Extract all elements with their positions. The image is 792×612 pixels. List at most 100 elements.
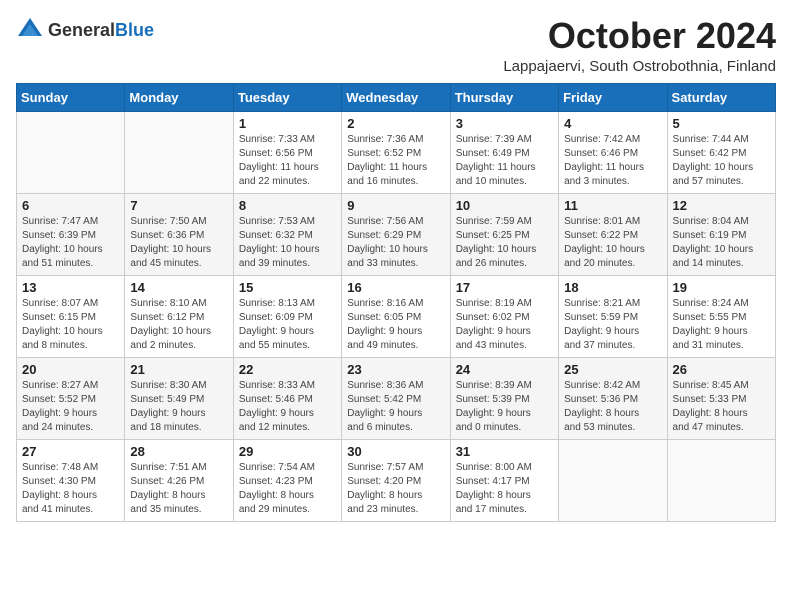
day-number: 15 <box>239 280 336 295</box>
day-info: Sunrise: 8:10 AMSunset: 6:12 PMDaylight:… <box>130 297 227 353</box>
day-number: 1 <box>239 116 336 131</box>
calendar-week-row: 20Sunrise: 8:27 AMSunset: 5:52 PMDayligh… <box>17 357 776 439</box>
calendar-cell: 11Sunrise: 8:01 AMSunset: 6:22 PMDayligh… <box>559 193 667 275</box>
day-number: 24 <box>456 362 553 377</box>
day-info: Sunrise: 7:56 AMSunset: 6:29 PMDaylight:… <box>347 215 444 271</box>
calendar-cell: 17 Sunrise: 8:19 AMSunset: 6:02 PMDayligh… <box>450 275 558 357</box>
calendar-cell: 24 Sunrise: 8:39 AMSunset: 5:39 PMDayligh… <box>450 357 558 439</box>
day-info: Sunrise: 7:51 AMSunset: 4:26 PMDaylight:… <box>130 461 227 517</box>
day-number: 18 <box>564 280 661 295</box>
calendar-cell: 27Sunrise: 7:48 AMSunset: 4:30 PMDayligh… <box>17 439 125 521</box>
day-info: Sunrise: 7:57 AMSunset: 4:20 PMDaylight:… <box>347 461 444 517</box>
day-number: 13 <box>22 280 119 295</box>
day-info: Sunrise: 7:54 AMSunset: 4:23 PMDaylight:… <box>239 461 336 517</box>
day-info: Sunrise: 8:21 AMSunset: 5:59 PMDaylight:… <box>564 297 661 353</box>
calendar-cell: 29 Sunrise: 7:54 AMSunset: 4:23 PMDayligh… <box>233 439 341 521</box>
subtitle: Lappajaervi, South Ostrobothnia, Finland <box>503 58 776 75</box>
weekday-header: Wednesday <box>342 83 450 111</box>
calendar-header-row: SundayMondayTuesdayWednesdayThursdayFrid… <box>17 83 776 111</box>
calendar: SundayMondayTuesdayWednesdayThursdayFrid… <box>16 83 776 522</box>
calendar-cell: 14 Sunrise: 8:10 AMSunset: 6:12 PMDayligh… <box>125 275 233 357</box>
weekday-header: Tuesday <box>233 83 341 111</box>
day-number: 8 <box>239 198 336 213</box>
calendar-cell: 28 Sunrise: 7:51 AMSunset: 4:26 PMDayligh… <box>125 439 233 521</box>
calendar-cell: 22 Sunrise: 8:33 AMSunset: 5:46 PMDayligh… <box>233 357 341 439</box>
day-number: 31 <box>456 444 553 459</box>
day-number: 27 <box>22 444 119 459</box>
weekday-header: Saturday <box>667 83 775 111</box>
header: GeneralBlue October 2024 Lappajaervi, So… <box>16 16 776 75</box>
calendar-cell: 21Sunrise: 8:30 AMSunset: 5:49 PMDayligh… <box>125 357 233 439</box>
calendar-cell <box>17 111 125 193</box>
day-info: Sunrise: 8:00 AMSunset: 4:17 PMDaylight:… <box>456 461 553 517</box>
day-number: 3 <box>456 116 553 131</box>
day-info: Sunrise: 8:36 AMSunset: 5:42 PMDaylight:… <box>347 379 444 435</box>
day-info: Sunrise: 8:42 AMSunset: 5:36 PMDaylight:… <box>564 379 661 435</box>
calendar-cell: 16Sunrise: 8:16 AMSunset: 6:05 PMDayligh… <box>342 275 450 357</box>
day-number: 28 <box>130 444 227 459</box>
day-info: Sunrise: 8:24 AMSunset: 5:55 PMDaylight:… <box>673 297 770 353</box>
weekday-header: Monday <box>125 83 233 111</box>
day-number: 25 <box>564 362 661 377</box>
day-number: 14 <box>130 280 227 295</box>
day-info: Sunrise: 7:33 AMSunset: 6:56 PMDaylight:… <box>239 133 336 189</box>
main-title: October 2024 <box>503 16 776 56</box>
day-number: 26 <box>673 362 770 377</box>
day-info: Sunrise: 7:42 AMSunset: 6:46 PMDaylight:… <box>564 133 661 189</box>
day-number: 4 <box>564 116 661 131</box>
day-number: 23 <box>347 362 444 377</box>
calendar-cell: 2 Sunrise: 7:36 AMSunset: 6:52 PMDaylight… <box>342 111 450 193</box>
day-info: Sunrise: 7:53 AMSunset: 6:32 PMDaylight:… <box>239 215 336 271</box>
day-info: Sunrise: 8:39 AMSunset: 5:39 PMDaylight:… <box>456 379 553 435</box>
day-info: Sunrise: 7:36 AMSunset: 6:52 PMDaylight:… <box>347 133 444 189</box>
day-info: Sunrise: 8:19 AMSunset: 6:02 PMDaylight:… <box>456 297 553 353</box>
weekday-header: Sunday <box>17 83 125 111</box>
calendar-cell: 26 Sunrise: 8:45 AMSunset: 5:33 PMDayligh… <box>667 357 775 439</box>
day-number: 21 <box>130 362 227 377</box>
calendar-cell: 31 Sunrise: 8:00 AMSunset: 4:17 PMDayligh… <box>450 439 558 521</box>
day-info: Sunrise: 8:04 AMSunset: 6:19 PMDaylight:… <box>673 215 770 271</box>
day-info: Sunrise: 8:01 AMSunset: 6:22 PMDaylight:… <box>564 215 661 271</box>
day-info: Sunrise: 8:27 AMSunset: 5:52 PMDaylight:… <box>22 379 119 435</box>
calendar-week-row: 6Sunrise: 7:47 AMSunset: 6:39 PMDaylight… <box>17 193 776 275</box>
day-number: 5 <box>673 116 770 131</box>
calendar-cell: 5 Sunrise: 7:44 AMSunset: 6:42 PMDaylight… <box>667 111 775 193</box>
day-info: Sunrise: 7:44 AMSunset: 6:42 PMDaylight:… <box>673 133 770 189</box>
day-number: 6 <box>22 198 119 213</box>
calendar-week-row: 13Sunrise: 8:07 AMSunset: 6:15 PMDayligh… <box>17 275 776 357</box>
day-number: 7 <box>130 198 227 213</box>
calendar-cell: 19 Sunrise: 8:24 AMSunset: 5:55 PMDayligh… <box>667 275 775 357</box>
day-number: 29 <box>239 444 336 459</box>
day-info: Sunrise: 7:39 AMSunset: 6:49 PMDaylight:… <box>456 133 553 189</box>
calendar-cell: 7 Sunrise: 7:50 AMSunset: 6:36 PMDaylight… <box>125 193 233 275</box>
day-number: 30 <box>347 444 444 459</box>
calendar-week-row: 27Sunrise: 7:48 AMSunset: 4:30 PMDayligh… <box>17 439 776 521</box>
calendar-cell: 20Sunrise: 8:27 AMSunset: 5:52 PMDayligh… <box>17 357 125 439</box>
day-number: 9 <box>347 198 444 213</box>
calendar-cell: 8 Sunrise: 7:53 AMSunset: 6:32 PMDaylight… <box>233 193 341 275</box>
logo: GeneralBlue <box>16 16 154 44</box>
day-info: Sunrise: 7:59 AMSunset: 6:25 PMDaylight:… <box>456 215 553 271</box>
calendar-cell: 30 Sunrise: 7:57 AMSunset: 4:20 PMDayligh… <box>342 439 450 521</box>
title-area: October 2024 Lappajaervi, South Ostrobot… <box>503 16 776 75</box>
day-number: 2 <box>347 116 444 131</box>
logo-text-general: General <box>48 20 115 40</box>
day-info: Sunrise: 8:45 AMSunset: 5:33 PMDaylight:… <box>673 379 770 435</box>
calendar-week-row: 1 Sunrise: 7:33 AMSunset: 6:56 PMDaylight… <box>17 111 776 193</box>
weekday-header: Thursday <box>450 83 558 111</box>
calendar-cell: 25 Sunrise: 8:42 AMSunset: 5:36 PMDayligh… <box>559 357 667 439</box>
calendar-cell <box>667 439 775 521</box>
day-info: Sunrise: 8:33 AMSunset: 5:46 PMDaylight:… <box>239 379 336 435</box>
day-number: 22 <box>239 362 336 377</box>
calendar-cell: 9 Sunrise: 7:56 AMSunset: 6:29 PMDaylight… <box>342 193 450 275</box>
weekday-header: Friday <box>559 83 667 111</box>
day-info: Sunrise: 8:16 AMSunset: 6:05 PMDaylight:… <box>347 297 444 353</box>
calendar-cell: 15Sunrise: 8:13 AMSunset: 6:09 PMDayligh… <box>233 275 341 357</box>
day-number: 17 <box>456 280 553 295</box>
calendar-cell: 1 Sunrise: 7:33 AMSunset: 6:56 PMDaylight… <box>233 111 341 193</box>
calendar-cell: 12 Sunrise: 8:04 AMSunset: 6:19 PMDayligh… <box>667 193 775 275</box>
day-number: 10 <box>456 198 553 213</box>
day-info: Sunrise: 7:50 AMSunset: 6:36 PMDaylight:… <box>130 215 227 271</box>
day-number: 12 <box>673 198 770 213</box>
day-number: 19 <box>673 280 770 295</box>
